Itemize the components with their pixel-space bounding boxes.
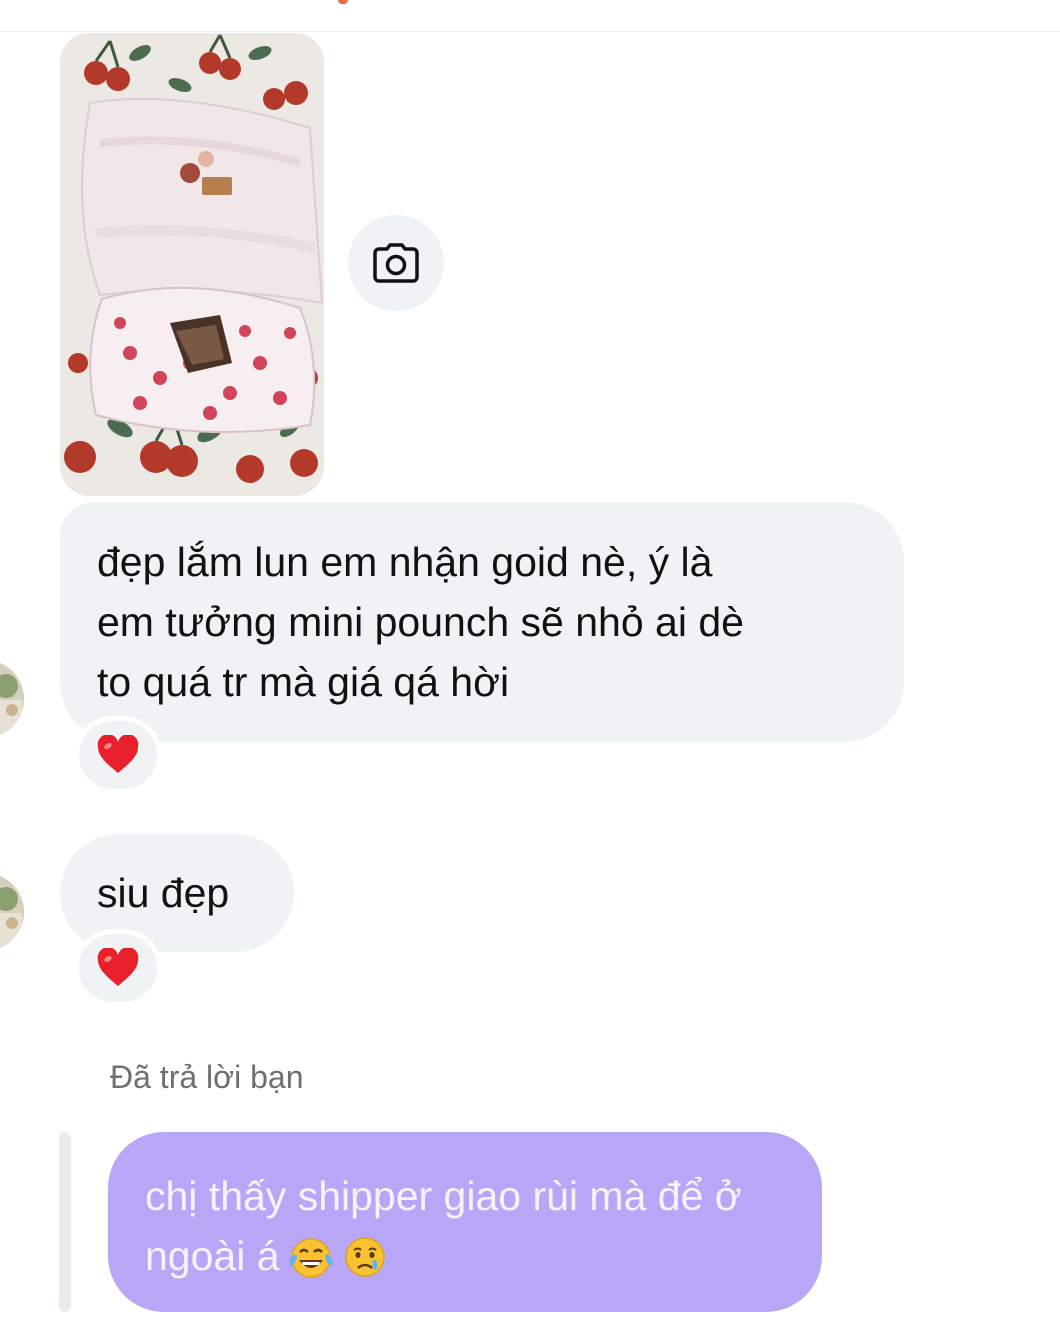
status-dot [338, 0, 348, 4]
sent-message-bubble[interactable]: chị thấy shipper giao rùi mà để ở ngoài … [108, 1132, 822, 1312]
chat-screen: đẹp lắm lun em nhận goid nè, ý là em tưở… [0, 0, 1060, 1328]
message-bubble[interactable]: đẹp lắm lun em nhận goid nè, ý là em tưở… [60, 502, 904, 742]
heart-icon [97, 735, 139, 773]
message-line: chị thấy shipper giao rùi mà để ở [145, 1173, 742, 1219]
avatar[interactable] [0, 660, 24, 738]
message-line: đẹp lắm lun em nhận goid nè, ý là [97, 539, 713, 585]
heart-reaction[interactable] [74, 716, 162, 794]
tears-of-joy-emoji-icon [286, 1234, 336, 1296]
camera-icon [373, 243, 419, 283]
heart-reaction[interactable] [74, 929, 162, 1007]
reply-indicator-bar [59, 1132, 71, 1312]
message-line: siu đẹp [97, 870, 230, 916]
heart-icon [97, 948, 139, 986]
replied-label: Đã trả lời bạn [110, 1059, 304, 1095]
crying-face-emoji-icon [342, 1234, 388, 1296]
message-line: to quá tr mà giá qá hời [97, 659, 510, 705]
camera-button[interactable] [348, 215, 444, 311]
message-text: ngoài á [145, 1233, 280, 1279]
photo-image [60, 33, 324, 496]
photo-message[interactable] [60, 33, 324, 496]
message-line: em tưởng mini pounch sẽ nhỏ ai dè [97, 599, 744, 645]
avatar[interactable] [0, 873, 24, 951]
header-divider [0, 31, 1060, 32]
message-line-with-emoji: ngoài á [145, 1226, 782, 1296]
